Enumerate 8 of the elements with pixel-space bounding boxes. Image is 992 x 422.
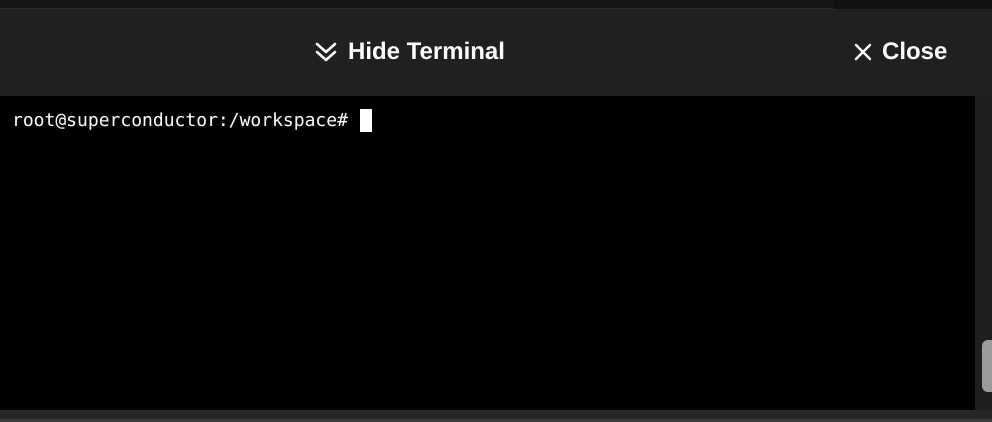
text-cursor [360, 108, 372, 132]
terminal-pane[interactable]: root@superconductor:/workspace# [0, 96, 975, 410]
scrollbar-thumb[interactable] [982, 340, 992, 392]
terminal-prompt: root@superconductor:/workspace# [12, 108, 348, 132]
close-icon [854, 43, 872, 61]
chevrons-down-icon [314, 40, 338, 64]
close-button[interactable]: Close [854, 33, 948, 71]
hide-terminal-button[interactable]: Hide Terminal [314, 33, 505, 71]
